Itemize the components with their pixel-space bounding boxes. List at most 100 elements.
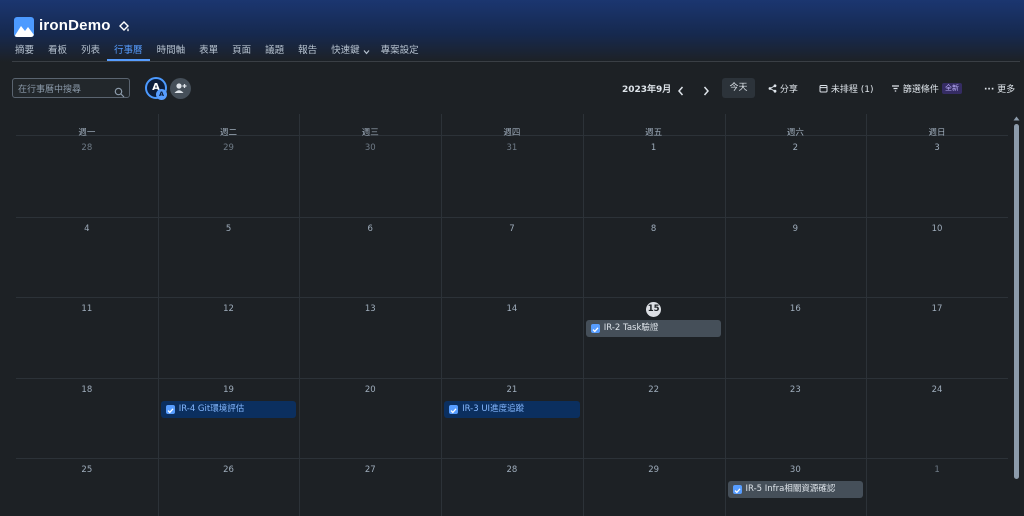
grid-column-divider xyxy=(866,114,868,516)
calendar-scrollbar[interactable] xyxy=(1013,114,1020,516)
calendar-day-number[interactable]: 16 xyxy=(725,304,867,314)
calendar-icon xyxy=(819,85,828,93)
chevron-right-icon[interactable] xyxy=(701,82,711,96)
grid-row-divider xyxy=(16,458,1008,460)
calendar-day-number[interactable]: 12 xyxy=(158,304,300,314)
tab-3[interactable]: 行事曆 xyxy=(107,43,150,61)
calendar-day-number[interactable]: 28 xyxy=(16,143,158,153)
current-month-label: 2023年9月 xyxy=(622,85,672,95)
grid-column-divider xyxy=(441,114,443,516)
task-checkbox-icon xyxy=(590,324,600,334)
calendar-event[interactable]: IR-3 UI進度追蹤 xyxy=(444,400,580,418)
weekday-label: 週六 xyxy=(786,128,804,138)
chevron-left-icon[interactable] xyxy=(676,82,686,96)
calendar-day-number[interactable]: 18 xyxy=(16,385,158,395)
event-label: IR-3 UI進度追蹤 xyxy=(462,403,525,414)
today-date-marker[interactable]: 15 xyxy=(646,302,662,318)
tab-5[interactable]: 表單 xyxy=(192,43,225,61)
weekday-label: 週一 xyxy=(78,128,96,138)
calendar-search-input[interactable]: 在行事曆中搜尋 xyxy=(12,78,130,98)
weekday-header-row: 週一 週二 週三 週四 週五 週六 週日 xyxy=(16,114,1008,138)
tab-6[interactable]: 頁面 xyxy=(225,43,258,61)
calendar-day-number[interactable]: 23 xyxy=(725,385,867,395)
calendar-event[interactable]: IR-4 Git環境評估 xyxy=(160,400,297,418)
grid-column-divider xyxy=(582,114,584,516)
project-title[interactable]: ironDemo xyxy=(39,17,111,34)
calendar-day-number[interactable]: 30 xyxy=(725,465,867,475)
calendar-day-number[interactable]: 4 xyxy=(16,224,158,234)
calendar-day-number[interactable]: 2 xyxy=(725,143,867,153)
unscheduled-button[interactable]: 未排程 (1) xyxy=(819,82,874,95)
calendar-day-number[interactable]: 1 xyxy=(583,143,725,153)
share-label: 分享 xyxy=(779,85,798,95)
weekday-label: 週四 xyxy=(503,128,521,138)
unscheduled-label: 未排程 (1) xyxy=(830,85,874,95)
calendar-event[interactable]: IR-5 Infra相關資源確認 xyxy=(727,481,864,499)
calendar-day-number[interactable]: 28 xyxy=(441,465,583,475)
share-button[interactable]: 分享 xyxy=(768,82,798,95)
calendar-day-number[interactable]: 29 xyxy=(583,465,725,475)
chevron-down-icon[interactable] xyxy=(363,49,370,55)
calendar-day-number[interactable]: 7 xyxy=(441,224,583,234)
calendar-day-number[interactable]: 30 xyxy=(299,143,441,153)
paint-bucket-icon[interactable] xyxy=(117,19,131,33)
event-label: IR-2 Task驗證 xyxy=(603,323,659,334)
calendar-day-number[interactable]: 9 xyxy=(725,224,867,234)
tab-9[interactable]: 快速鍵 xyxy=(324,43,367,61)
more-label: 更多 xyxy=(997,85,1016,95)
more-button[interactable]: ··· 更多 xyxy=(984,82,1015,95)
scroll-up-arrow-icon[interactable] xyxy=(1013,115,1020,122)
weekday-label: 週二 xyxy=(220,128,238,138)
tab-0[interactable]: 摘要 xyxy=(8,43,41,61)
weekday-label: 週三 xyxy=(361,128,379,138)
calendar-day-number[interactable]: 13 xyxy=(299,304,441,314)
calendar-event[interactable]: IR-2 Task驗證 xyxy=(585,320,722,338)
calendar-day-number[interactable]: 25 xyxy=(16,465,158,475)
calendar-day-number[interactable]: 8 xyxy=(583,224,725,234)
calendar-day-number[interactable]: 22 xyxy=(583,385,725,395)
grid-column-divider xyxy=(157,114,159,516)
tab-7[interactable]: 議題 xyxy=(258,43,291,61)
today-button[interactable]: 今天 xyxy=(722,78,755,98)
tab-10[interactable]: 專案設定 xyxy=(374,43,426,61)
avatar-badge: A xyxy=(156,89,167,100)
calendar-day-number[interactable]: 14 xyxy=(441,304,583,314)
share-icon xyxy=(768,84,777,93)
filter-icon xyxy=(892,85,899,92)
calendar-day-number[interactable]: 10 xyxy=(866,224,1008,234)
calendar-day-number[interactable]: 29 xyxy=(158,143,300,153)
filter-button[interactable]: 篩選條件 xyxy=(891,82,939,95)
calendar-day-number[interactable]: 21 xyxy=(441,385,583,395)
tab-4[interactable]: 時間軸 xyxy=(150,43,193,61)
calendar-day-number[interactable]: 31 xyxy=(441,143,583,153)
calendar-day-number[interactable]: 27 xyxy=(299,465,441,475)
search-placeholder: 在行事曆中搜尋 xyxy=(18,85,82,95)
event-label: IR-5 Infra相關資源確認 xyxy=(745,484,836,495)
calendar-day-number[interactable]: 17 xyxy=(866,304,1008,314)
grid-row-divider xyxy=(16,297,1008,299)
calendar-day-number[interactable]: 3 xyxy=(866,143,1008,153)
calendar-day-number[interactable]: 5 xyxy=(158,224,300,234)
calendar-day-number[interactable]: 6 xyxy=(299,224,441,234)
tab-1[interactable]: 看板 xyxy=(41,43,74,61)
project-logo-icon[interactable] xyxy=(14,17,34,37)
month-calendar-grid: 週一 週二 週三 週四 週五 週六 週日 28 29 30 31 1 2 3 4 5 6 7 8 9 10 11 12 13… xyxy=(16,114,1008,516)
scrollbar-thumb[interactable] xyxy=(1014,124,1019,479)
calendar-day-number[interactable]: 26 xyxy=(158,465,300,475)
more-dots-icon: ··· xyxy=(984,85,995,95)
calendar-day-number[interactable]: 1 xyxy=(866,465,1008,475)
event-label: IR-4 Git環境評估 xyxy=(178,403,245,414)
tab-8[interactable]: 報告 xyxy=(291,43,324,61)
tab-2[interactable]: 列表 xyxy=(74,43,107,61)
calendar-day-number[interactable]: 19 xyxy=(158,385,300,395)
filter-new-badge: 全新 xyxy=(942,83,962,94)
task-checkbox-icon xyxy=(165,404,175,414)
calendar-day-number[interactable]: 24 xyxy=(866,385,1008,395)
grid-column-divider xyxy=(299,114,301,516)
calendar-day-number[interactable]: 20 xyxy=(299,385,441,395)
task-checkbox-icon xyxy=(449,404,459,414)
add-people-button[interactable] xyxy=(170,78,191,99)
grid-row-divider xyxy=(16,216,1008,218)
project-tabs: 摘要 看板 列表 行事曆 時間軸 表單 頁面 議題 報告 快速鍵 專案設定 xyxy=(8,43,426,61)
calendar-day-number[interactable]: 11 xyxy=(16,304,158,314)
